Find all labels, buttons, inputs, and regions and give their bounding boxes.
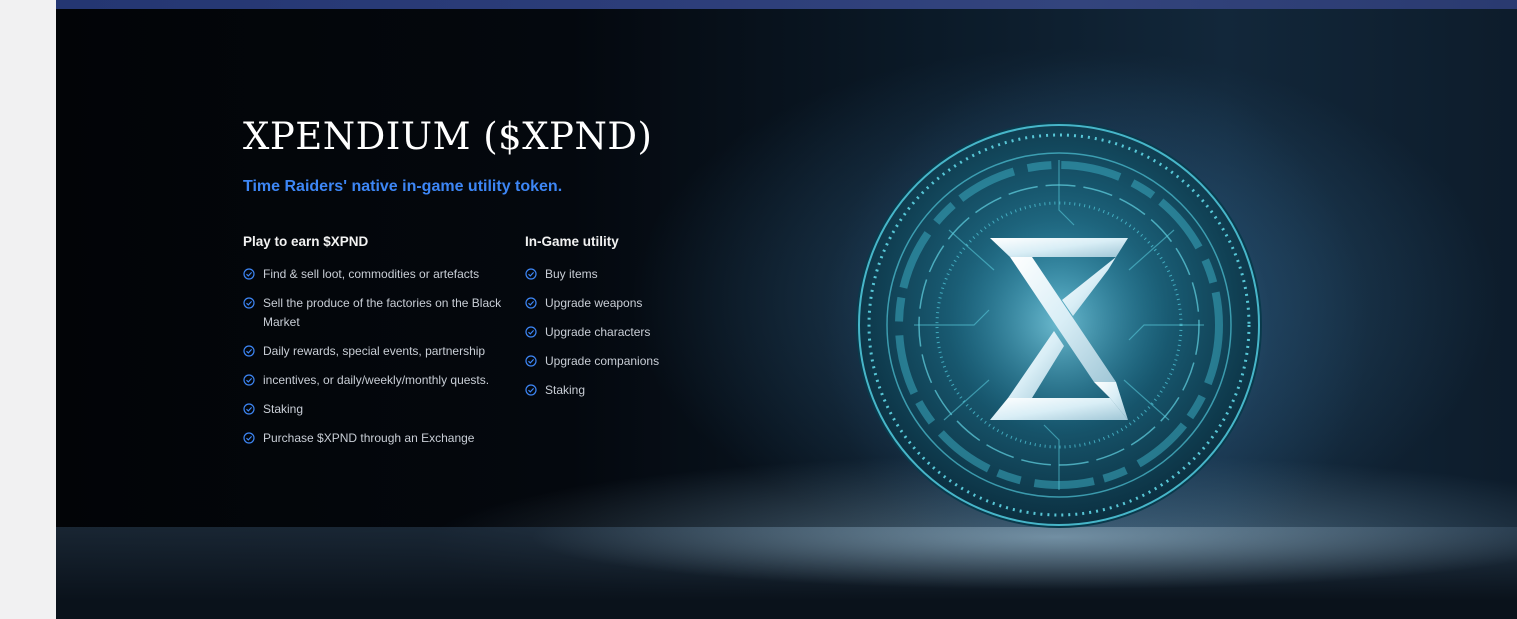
list-item: Staking (525, 381, 725, 400)
check-circle-icon (243, 374, 255, 386)
list-item-text: Upgrade characters (545, 325, 651, 339)
list-item-text: incentives, or daily/weekly/monthly ques… (263, 373, 490, 387)
list-item: Buy items (525, 265, 725, 284)
earn-list: Find & sell loot, commodities or artefac… (243, 265, 508, 448)
list-item: Upgrade weapons (525, 294, 725, 313)
xpnd-coin-image (856, 122, 1262, 528)
list-item-text: Find & sell loot, commodities or artefac… (263, 267, 480, 281)
list-item-text: Upgrade weapons (545, 296, 643, 310)
list-item: Staking (243, 400, 508, 419)
check-circle-icon (243, 403, 255, 415)
check-circle-icon (243, 345, 255, 357)
check-circle-icon (525, 268, 537, 280)
list-item-text: Staking (545, 383, 586, 397)
misty-floor (56, 527, 1517, 619)
earn-heading: Play to earn $XPND (243, 234, 369, 249)
list-item: Daily rewards, special events, partnersh… (243, 342, 508, 361)
list-item: Upgrade companions (525, 352, 725, 371)
list-item: Upgrade characters (525, 323, 725, 342)
utility-heading: In-Game utility (525, 234, 619, 249)
utility-column: In-Game utility Buy items Upgrade weapon… (525, 234, 725, 410)
check-circle-icon (243, 268, 255, 280)
list-item-text: Purchase $XPND through an Exchange (263, 431, 475, 445)
list-item: Sell the produce of the factories on the… (243, 294, 508, 332)
token-hero-section: XPENDIUM ($XPND) Time Raiders' native in… (56, 0, 1517, 619)
check-circle-icon (525, 326, 537, 338)
list-item-text: Upgrade companions (545, 354, 660, 368)
token-tagline: Time Raiders' native in-game utility tok… (243, 178, 563, 195)
top-banner-strip (56, 0, 1517, 9)
list-item: incentives, or daily/weekly/monthly ques… (243, 371, 508, 390)
check-circle-icon (525, 297, 537, 309)
list-item-text: Staking (263, 402, 304, 416)
earn-column: Play to earn $XPND Find & sell loot, com… (243, 234, 508, 458)
check-circle-icon (243, 297, 255, 309)
list-item: Purchase $XPND through an Exchange (243, 429, 508, 448)
list-item-text: Sell the produce of the factories on the… (263, 296, 502, 329)
check-circle-icon (525, 384, 537, 396)
list-item: Find & sell loot, commodities or artefac… (243, 265, 508, 284)
page-title: XPENDIUM ($XPND) (243, 115, 653, 158)
check-circle-icon (525, 355, 537, 367)
utility-list: Buy items Upgrade weapons Upgrade charac… (525, 265, 725, 400)
list-item-text: Buy items (545, 267, 598, 281)
check-circle-icon (243, 432, 255, 444)
list-item-text: Daily rewards, special events, partnersh… (263, 344, 486, 358)
